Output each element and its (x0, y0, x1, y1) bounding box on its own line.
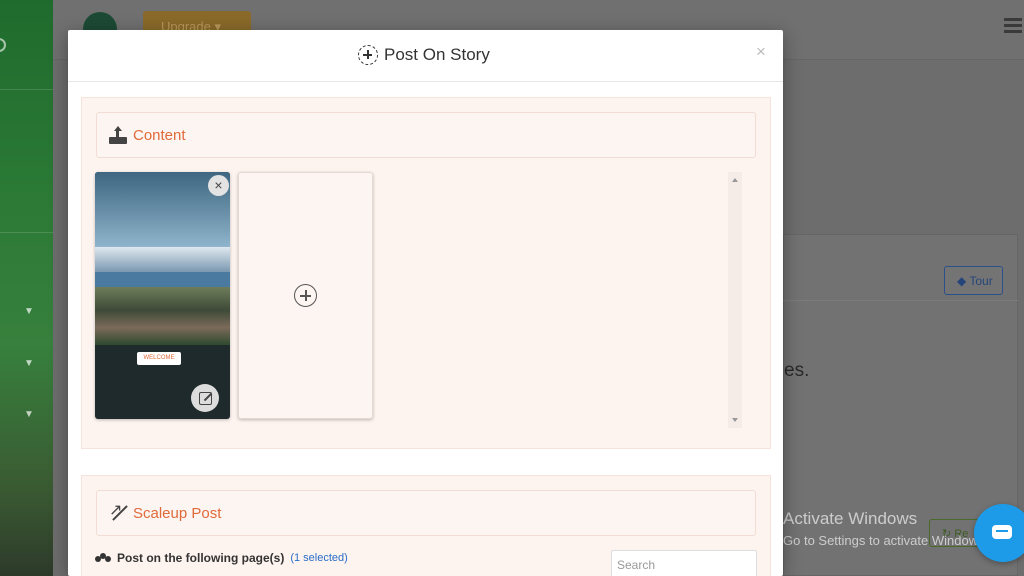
post-on-story-modal: Post On Story × Content WELCOME × Scaleu… (68, 30, 783, 576)
pages-label: Post on the following page(s) (117, 551, 285, 565)
windows-activation-watermark: Activate Windows Go to Settings to activ… (783, 509, 988, 548)
scaleup-section-label: Scaleup Post (133, 504, 222, 522)
scroll-up-icon[interactable] (732, 178, 738, 182)
pages-search-input[interactable] (611, 550, 757, 576)
scaleup-section-header: Scaleup Post (96, 490, 756, 536)
sidebar: ▼ ▼ ▼ (0, 0, 53, 576)
chat-icon (992, 525, 1012, 539)
chat-widget-button[interactable] (974, 504, 1024, 562)
selected-count-link[interactable]: (1 selected) (290, 552, 347, 564)
binoculars-icon: ◆ (957, 274, 970, 288)
modal-title-text: Post On Story (384, 45, 490, 64)
story-image-tag: WELCOME (137, 352, 181, 365)
content-section-label: Content (133, 126, 186, 144)
sidebar-divider (0, 232, 53, 233)
close-icon[interactable]: × (756, 42, 766, 62)
story-image-mountains (95, 247, 230, 275)
remove-media-icon[interactable]: × (208, 175, 229, 196)
modal-title: Post On Story (358, 45, 490, 65)
plus-circle-icon (294, 284, 317, 307)
watermark-title: Activate Windows (783, 509, 918, 528)
sidebar-caret-icon[interactable]: ▼ (24, 306, 34, 317)
upload-icon (109, 126, 127, 144)
sidebar-caret-icon[interactable]: ▼ (24, 358, 34, 369)
pages-selector-row: Post on the following page(s) (1 selecte… (95, 551, 348, 565)
watermark-subtitle: Go to Settings to activate Windows. (783, 533, 989, 548)
tour-label: Tour (969, 274, 993, 288)
tour-button[interactable]: ◆ Tour (944, 266, 1003, 295)
menu-icon[interactable] (1004, 18, 1022, 34)
story-media-card[interactable]: WELCOME × (95, 172, 230, 419)
card-divider (783, 300, 1018, 301)
add-circle-icon (358, 45, 378, 65)
content-scrollbar[interactable] (728, 172, 742, 428)
add-story-card[interactable] (238, 172, 373, 419)
sidebar-caret-icon[interactable]: ▼ (24, 409, 34, 420)
sidebar-settings-icon[interactable] (0, 38, 6, 52)
edit-media-icon[interactable] (191, 384, 219, 412)
story-image-town (95, 287, 230, 345)
content-section-header: Content (96, 112, 756, 158)
expand-icon (109, 500, 127, 522)
modal-header: Post On Story × (68, 30, 783, 82)
scroll-down-icon[interactable] (732, 418, 738, 422)
card-text: es. (784, 360, 810, 381)
users-icon (95, 552, 111, 564)
sidebar-divider (0, 89, 53, 90)
